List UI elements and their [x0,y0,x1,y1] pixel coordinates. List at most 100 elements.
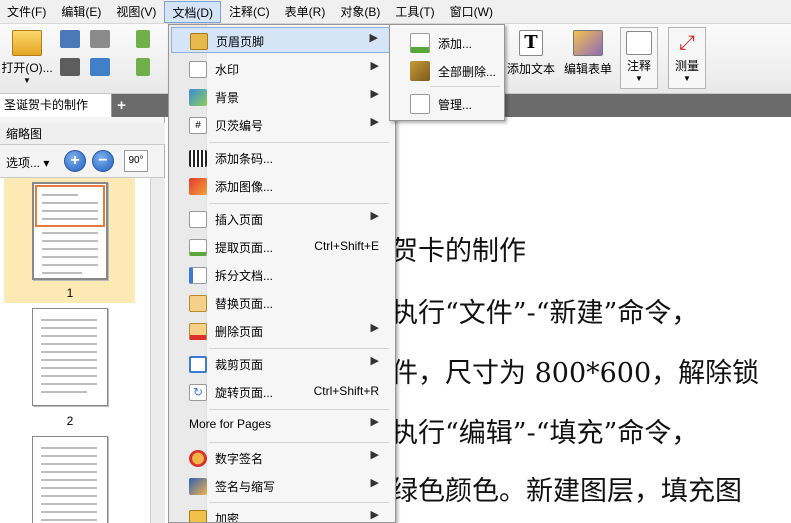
menu-form[interactable]: 表单(R) [278,1,333,23]
submenu-arrow-icon: ▶ [370,210,379,222]
menu-separator [209,502,389,503]
rotate-page-icon: ↻ [189,384,207,401]
menu-item-delete-page[interactable]: 删除页面 ▶ [171,318,393,344]
annotate-icon [626,31,652,55]
open-button[interactable]: 打开(O)... ▼ [1,30,53,85]
menu-item-sign-initials[interactable]: 签名与缩写 ▶ [171,473,393,499]
submenu-arrow-icon: ▶ [370,355,379,367]
scanner-icon[interactable] [90,30,110,48]
crop-page-icon [189,356,207,373]
menu-separator [209,348,389,349]
menu-comment[interactable]: 注释(C) [222,1,277,23]
chevron-down-icon: ▼ [683,74,691,83]
zoom-in-icon[interactable]: + [64,150,86,172]
manage-icon [410,94,430,114]
thumbnail-page-1[interactable] [32,182,108,280]
submenu-arrow-icon: ▶ [370,60,379,72]
menu-item-insert-page[interactable]: 插入页面 ▶ [171,206,393,232]
chevron-down-icon: ▼ [23,76,31,85]
zoom-out-icon[interactable]: − [92,150,114,172]
replace-page-icon [189,295,207,312]
annotate-button[interactable]: 注释 ▼ [620,27,658,89]
new-tab-button[interactable]: + [114,98,129,113]
thumbnail-page-2[interactable] [32,308,108,406]
thumbnail-list: 1 2 [0,178,150,523]
sign-initials-icon [189,478,207,495]
back-icon[interactable] [136,30,150,48]
submenu-arrow-icon: ▶ [370,116,379,128]
submenu-item-add[interactable]: 添加... [392,28,502,56]
document-line: 件，尺寸为 800*600，解除锁 [391,358,760,389]
page-number: 1 [66,286,74,300]
options-dropdown[interactable]: 选项... ▾ [6,154,49,171]
print-icon[interactable] [60,58,80,76]
add-image-icon [189,178,207,195]
panel-title: 缩略图 [0,123,165,145]
menu-tools[interactable]: 工具(T) [388,1,441,23]
submenu-arrow-icon: ▶ [370,509,379,521]
menu-item-rotate-page[interactable]: ↻ 旋转页面... Ctrl+Shift+R [171,379,393,405]
document-heading: 贺卡的制作 [391,236,526,267]
menu-separator [209,203,389,204]
menu-view[interactable]: 视图(V) [109,1,163,23]
document-line: 执行“文件”-“新建”命令， [391,298,699,329]
measure-icon: ⤢ [679,32,695,54]
menu-item-more-for-pages[interactable]: More for Pages ▶ [171,412,393,438]
menu-edit[interactable]: 编辑(E) [54,1,108,23]
add-text-button[interactable]: T 添加文本 [505,30,557,77]
submenu-arrow-icon: ▶ [370,477,379,489]
watermark-icon [189,61,207,78]
menu-item-extract-page[interactable]: 提取页面... Ctrl+Shift+E [171,234,393,260]
panel-toolbar: 选项... ▾ + − 90° [0,145,165,178]
menu-item-watermark[interactable]: 水印 ▶ [171,56,393,82]
menu-document[interactable]: 文档(D) [164,0,221,23]
submenu-arrow-icon: ▶ [370,88,379,100]
insert-page-icon [189,211,207,228]
menu-item-split-document[interactable]: 拆分文档... [171,262,393,288]
submenu-arrow-icon: ▶ [370,449,379,461]
folder-icon [12,30,42,56]
menu-item-background[interactable]: 背景 ▶ [171,84,393,110]
encrypt-icon [189,510,207,522]
tab-document[interactable]: 圣诞贺卡的制作 [0,94,112,117]
menu-item-add-barcode[interactable]: 添加条码... [171,145,393,171]
menu-item-encrypt[interactable]: 加密 ▶ [171,505,393,522]
menu-separator [209,442,389,443]
page-number: 2 [66,414,74,428]
menu-window[interactable]: 窗口(W) [443,1,500,23]
save-icon[interactable] [60,30,80,48]
add-header-footer-icon [410,33,430,53]
menu-item-add-image[interactable]: 添加图像... [171,173,393,199]
digital-signature-icon [189,450,207,467]
thumbnail-page-3[interactable] [32,436,108,523]
email-icon[interactable] [90,58,110,76]
menu-item-crop-page[interactable]: 裁剪页面 ▶ [171,351,393,377]
add-text-icon: T [519,30,543,56]
chevron-down-icon: ▼ [635,74,643,83]
split-document-icon [189,267,207,284]
header-footer-submenu: 添加... 全部删除... 管理... [389,24,505,121]
thumbnail-highlight-box [35,185,105,227]
menu-item-replace-page[interactable]: 替换页面... [171,290,393,316]
menu-object[interactable]: 对象(B) [333,1,387,23]
bates-number-icon: # [189,117,207,134]
menu-separator [209,409,389,410]
rotate-icon[interactable]: 90° [124,150,148,172]
submenu-item-manage[interactable]: 管理... [392,89,502,117]
submenu-arrow-icon: ▶ [370,322,379,334]
menu-bar: 文件(F) 编辑(E) 视图(V) 文档(D) 注释(C) 表单(R) 对象(B… [0,0,791,24]
menu-file[interactable]: 文件(F) [0,1,53,23]
measure-button[interactable]: ⤢ 测量 ▼ [668,27,706,89]
delete-page-icon [189,323,207,340]
menu-item-header-footer[interactable]: 页眉页脚 ▶ [171,27,393,53]
menu-item-bates-number[interactable]: # 贝茨编号 ▶ [171,112,393,138]
thumbnail-panel: 缩略图 选项... ▾ + − 90° 1 2 [0,117,165,523]
thumbnail-scrollbar[interactable] [150,178,165,523]
document-line: 绿色颜色。新建图层，填充图 [391,476,742,507]
forward-icon[interactable] [136,58,150,76]
edit-form-button[interactable]: 编辑表单 [562,30,614,77]
menu-item-digital-signature[interactable]: 数字签名 ▶ [171,445,393,471]
submenu-arrow-icon: ▶ [369,32,378,44]
header-footer-icon [190,33,208,50]
submenu-item-remove-all[interactable]: 全部删除... [392,56,502,84]
